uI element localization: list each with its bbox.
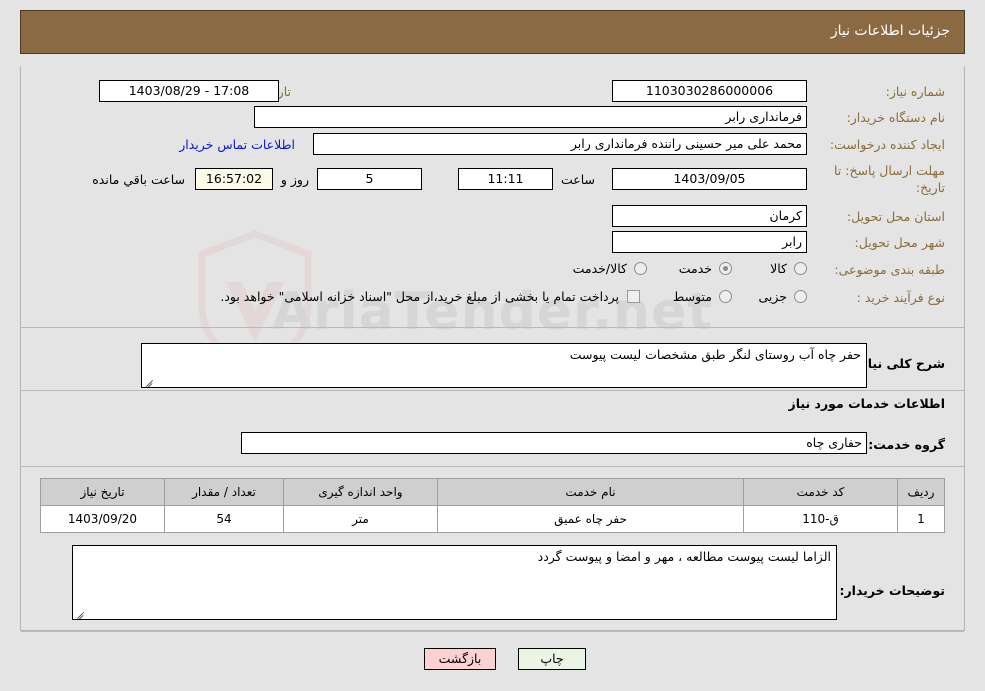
service-group-label: گروه خدمت: [868,437,945,452]
cell-row-no: 1 [897,505,945,533]
deadline-label-line2: تاریخ: [915,180,945,195]
need-number-value: 1103030286000006 [612,80,807,102]
cell-service-name: حفر چاه عمیق [437,505,744,533]
radio-process-jozii-label: جزیی [758,289,787,304]
city-value: رابر [612,231,807,253]
resize-grip-icon[interactable] [144,376,154,386]
radio-category-kala[interactable] [794,262,807,275]
checkbox-islamic-treasury[interactable] [627,290,640,303]
divider-top [21,327,964,328]
cell-unit: متر [283,505,438,533]
requester-value: محمد علی میر حسینی راننده فرمانداری رابر [313,133,807,155]
table-row: 1 ق-110 حفر چاه عمیق متر 54 1403/09/20 [40,505,945,533]
radio-category-kala-khedmat-label: کالا/خدمت [572,261,627,276]
radio-category-kala-label: کالا [770,261,787,276]
radio-category-kala-khedmat[interactable] [634,262,647,275]
description-label: شرح کلی نیاز: [855,356,945,371]
divider-table [21,466,964,467]
services-section-heading: اطلاعات خدمات مورد نیاز [788,396,946,411]
col-need-date: تاریخ نیاز [40,478,165,506]
deadline-date-value: 1403/09/05 [612,168,807,190]
buyer-contact-link[interactable]: اطلاعات تماس خریدار [179,137,295,152]
page-header-bar: جزئیات اطلاعات نیاز [20,10,965,54]
description-text: حفر چاه آب روستای لنگر طبق مشخصات لیست پ… [569,347,861,362]
cell-quantity: 54 [164,505,284,533]
province-value: کرمان [612,205,807,227]
radio-category-khedmat[interactable] [719,262,732,275]
back-button[interactable]: بازگشت [424,648,496,670]
remaining-clock-value: 16:57:02 [195,168,273,190]
col-row-no: ردیف [897,478,945,506]
deadline-time-value: 11:11 [458,168,553,190]
col-service-code: کد خدمت [743,478,898,506]
deadline-label-line1: مهلت ارسال پاسخ: تا [834,163,945,178]
col-unit: واحد اندازه گیری [283,478,438,506]
buyer-notes-textarea[interactable]: الزاما لیست پیوست مطالعه ، مهر و امضا و … [72,545,837,620]
checkbox-islamic-treasury-label: پرداخت تمام یا بخشی از مبلغ خرید،از محل … [220,289,619,304]
public-announce-value: 17:08 - 1403/08/29 [99,80,279,102]
process-label: نوع فرآیند خرید : [856,290,945,305]
buyer-org-value: فرمانداری رابر [254,106,807,128]
description-textarea[interactable]: حفر چاه آب روستای لنگر طبق مشخصات لیست پ… [141,343,867,388]
buyer-org-label: نام دستگاه خریدار: [846,110,945,125]
divider-mid [21,390,964,391]
page-root: جزئیات اطلاعات نیاز AriaTender.net شماره… [0,0,985,691]
radio-process-jozii[interactable] [794,290,807,303]
remaining-suffix-label: ساعت باقي مانده [92,172,185,187]
services-table: ردیف کد خدمت نام خدمت واحد اندازه گیری ت… [40,478,945,533]
service-group-value: حفاری چاه [241,432,867,454]
col-quantity: تعداد / مقدار [164,478,284,506]
remaining-days-value: 5 [317,168,422,190]
resize-grip-icon-notes[interactable] [75,608,85,618]
city-label: شهر محل تحویل: [854,235,945,250]
print-button[interactable]: چاپ [518,648,586,670]
col-service-name: نام خدمت [437,478,744,506]
radio-category-khedmat-label: خدمت [678,261,712,276]
table-header-row: ردیف کد خدمت نام خدمت واحد اندازه گیری ت… [40,478,945,506]
radio-process-motavasset-label: متوسط [672,289,712,304]
page-title: جزئیات اطلاعات نیاز [830,23,950,39]
deadline-hour-label: ساعت [560,172,595,187]
need-number-label: شماره نیاز: [885,84,945,99]
requester-label: ایجاد کننده درخواست: [829,137,945,152]
buyer-notes-label: توضیحات خریدار: [839,583,945,598]
radio-process-motavasset[interactable] [719,290,732,303]
cell-need-date: 1403/09/20 [40,505,165,533]
province-label: استان محل تحویل: [846,209,945,224]
divider-bottom [21,631,964,632]
buyer-notes-text: الزاما لیست پیوست مطالعه ، مهر و امضا و … [537,549,831,564]
days-and-label: روز و [280,172,309,187]
cell-service-code: ق-110 [743,505,898,533]
category-label: طبقه بندی موضوعی: [834,262,945,277]
